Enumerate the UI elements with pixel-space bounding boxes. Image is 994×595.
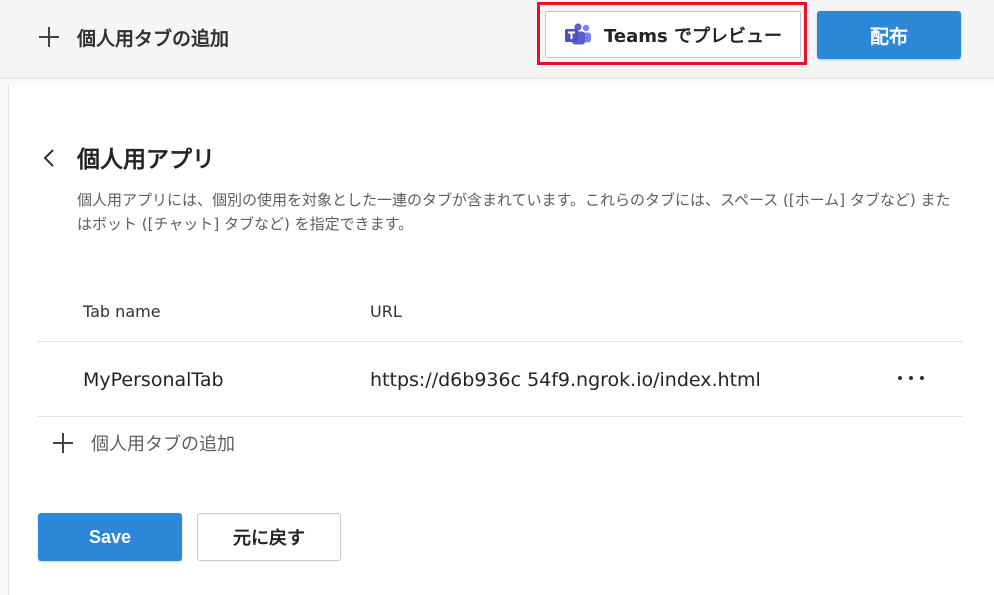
top-bar: 個人用タブの追加 Teams でプレビュー 配布 (0, 0, 994, 79)
tab-name-cell: MyPersonalTab (83, 369, 224, 391)
teams-preview-button[interactable]: Teams でプレビュー (545, 11, 801, 58)
add-personal-tab-label: 個人用タブの追加 (91, 434, 235, 455)
table-divider (38, 416, 962, 417)
plus-icon (52, 432, 74, 454)
tab-url-cell: https://d6b936c 54f9.ngrok.io/index.html (370, 369, 761, 391)
column-header-tab-name: Tab name (83, 302, 161, 321)
publish-button[interactable]: 配布 (817, 11, 961, 59)
save-button[interactable]: Save (38, 513, 182, 561)
more-options-icon[interactable] (898, 370, 924, 386)
table-divider (38, 341, 962, 342)
plus-icon (38, 26, 60, 48)
page-title: 個人用アプリ (77, 147, 215, 173)
revert-button[interactable]: 元に戻す (197, 513, 341, 561)
teams-preview-label: Teams でプレビュー (604, 25, 782, 47)
chevron-left-icon[interactable] (42, 148, 56, 168)
add-personal-tab-header-button[interactable]: 個人用タブの追加 (38, 22, 229, 52)
teams-icon (565, 22, 591, 44)
add-personal-tab-button[interactable]: 個人用タブの追加 (52, 430, 235, 456)
add-personal-tab-header-label: 個人用タブの追加 (77, 27, 230, 50)
page-description: 個人用アプリには、個別の使用を対象とした一連のタブが含まれています。これらのタブ… (77, 191, 951, 233)
column-header-url: URL (370, 302, 402, 321)
